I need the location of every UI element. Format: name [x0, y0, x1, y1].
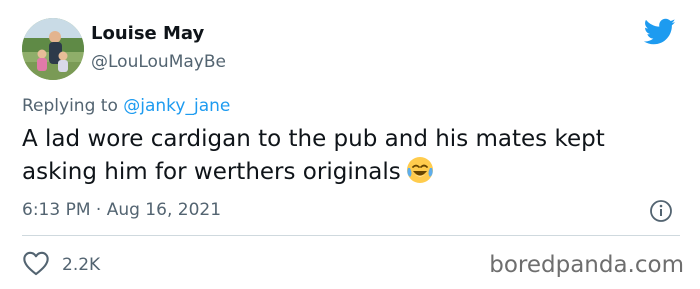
replying-to: Replying to @janky_jane — [22, 96, 230, 116]
avatar[interactable] — [22, 18, 84, 80]
twitter-bird-icon[interactable] — [643, 18, 676, 46]
heart-icon[interactable] — [22, 250, 50, 280]
display-name[interactable]: Louise May — [91, 23, 204, 44]
tweet-body: A lad wore cardigan to the pub and his m… — [22, 126, 605, 185]
replying-to-handle[interactable]: @janky_jane — [123, 96, 230, 116]
watermark: boredpanda.com — [489, 252, 684, 278]
face-with-tears-of-joy-icon — [405, 155, 435, 194]
divider — [22, 235, 680, 236]
tweet-timestamp[interactable]: 6:13 PM · Aug 16, 2021 — [22, 200, 221, 220]
info-icon[interactable] — [649, 199, 673, 223]
like-count: 2.2K — [62, 255, 101, 275]
user-handle[interactable]: @LouLouMayBe — [91, 52, 226, 72]
tweet-text: A lad wore cardigan to the pub and his m… — [22, 124, 682, 194]
replying-prefix: Replying to — [22, 96, 118, 116]
like-button[interactable]: 2.2K — [22, 250, 100, 280]
